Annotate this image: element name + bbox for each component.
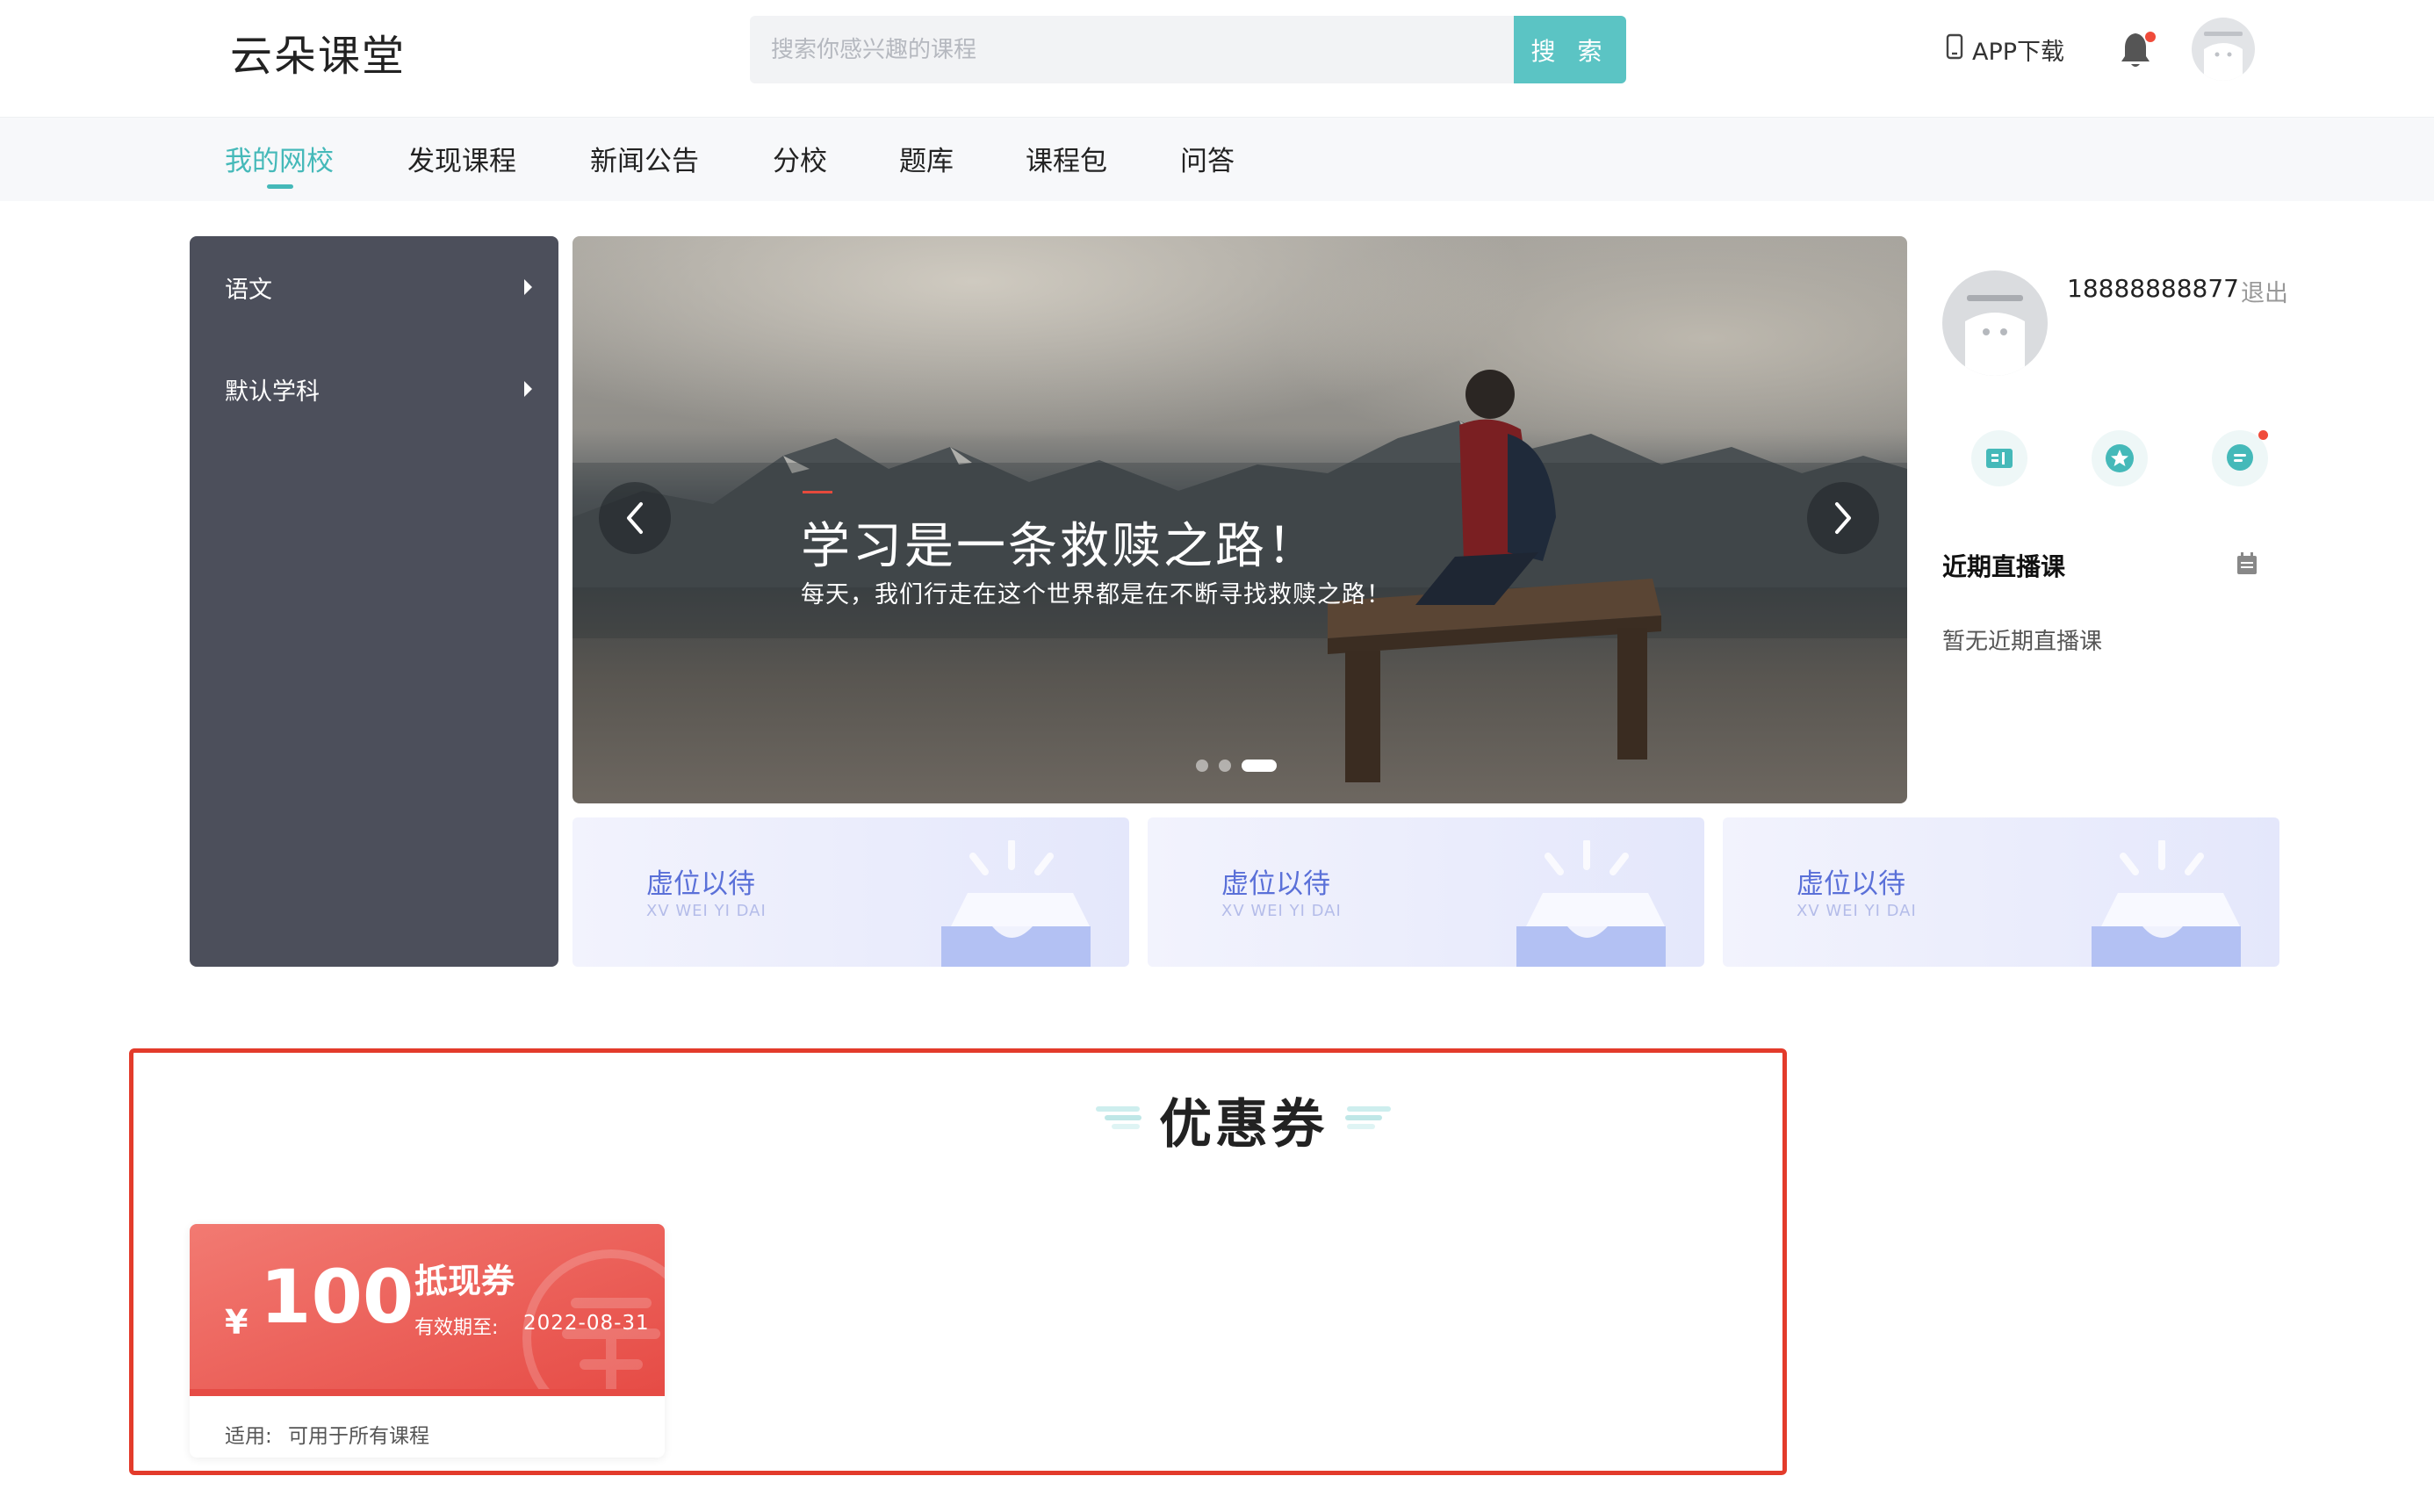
coupon-section-title: 优惠券 [1159,1094,1328,1156]
unread-badge [2258,430,2268,440]
coupon-scope: 可用于所有课程 [288,1425,429,1448]
nav-qa[interactable]: 问答 [1180,139,1235,178]
nav-discover-courses[interactable]: 发现课程 [407,139,516,178]
coupon-expiry-label: 有效期至: [414,1317,499,1339]
search-input[interactable] [750,16,1514,83]
mobile-phone-icon [1946,33,1963,66]
coupon-watermark-icon [522,1249,665,1427]
user-avatar[interactable] [2192,18,2255,81]
category-item-default[interactable]: 默认学科 [225,367,532,411]
banner-pagination [1196,760,1277,772]
banner-title: 学习是一条救赎之路！ [801,518,1319,575]
category-label: 语文 [225,276,272,304]
placeholder-title: 虚位以待 [646,868,755,900]
book-icon [1986,449,2013,468]
coupon-card[interactable]: ¥ 100 抵现券 有效期至: 2022-08-31 适用: 可用于所有课程 [190,1224,665,1458]
empty-box-icon [2092,840,2241,967]
banner-subtitle: 每天，我们行走在这个世界都是在不断寻找救赎之路！ [801,581,1391,608]
nav-branch[interactable]: 分校 [773,139,827,178]
coupon-amount: 100 [260,1254,414,1340]
chevron-left-icon [627,502,643,534]
my-courses-button[interactable] [1971,430,2027,486]
caret-right-icon [524,279,532,295]
star-icon [2106,444,2134,472]
banner-dot[interactable] [1196,760,1208,772]
empty-box-icon [1516,840,1666,967]
hero-banner[interactable]: 学习是一条救赎之路！ 每天，我们行走在这个世界都是在不断寻找救赎之路！ [572,236,1907,803]
calendar-icon[interactable] [2236,551,2258,576]
nav-question-bank[interactable]: 题库 [899,139,954,178]
app-download-label: APP下载 [1972,38,2065,66]
search-button[interactable]: 搜 索 [1514,16,1626,83]
coupon-tear-edge [190,1389,665,1403]
placeholder-card[interactable]: 虚位以待 XV WEI YI DAI [1723,817,2279,967]
placeholder-card[interactable]: 虚位以待 XV WEI YI DAI [572,817,1129,967]
site-logo[interactable]: 云朵课堂 [230,21,406,83]
placeholder-title: 虚位以待 [1221,868,1330,900]
chat-icon [2227,444,2253,471]
coupon-currency: ¥ [225,1303,248,1342]
nav-news[interactable]: 新闻公告 [590,139,699,178]
placeholder-subtitle: XV WEI YI DAI [646,902,767,920]
category-panel [190,236,558,967]
category-item-chinese[interactable]: 语文 [225,265,532,309]
logout-link[interactable]: 退出 [2241,274,2288,308]
favorites-button[interactable] [2092,430,2148,486]
title-decoration-right [1345,1106,1391,1129]
coupon-name: 抵现券 [414,1262,515,1300]
placeholder-card[interactable]: 虚位以待 XV WEI YI DAI [1148,817,1704,967]
placeholder-subtitle: XV WEI YI DAI [1221,902,1342,920]
banner-dot-active[interactable] [1242,760,1277,772]
nav-my-school[interactable]: 我的网校 [225,139,334,178]
empty-box-icon [941,840,1091,967]
placeholder-title: 虚位以待 [1797,868,1905,900]
category-label: 默认学科 [225,378,320,406]
title-accent [803,491,832,493]
chevron-right-icon [1835,502,1851,534]
nav-active-indicator [267,184,293,189]
live-courses-empty: 暂无近期直播课 [1942,629,2103,655]
coupon-expiry: 2022-08-31 [523,1312,650,1335]
title-decoration-left [1096,1106,1141,1129]
nav-course-package[interactable]: 课程包 [1026,139,1107,178]
banner-next-button[interactable] [1807,482,1879,554]
banner-prev-button[interactable] [599,482,671,554]
coupon-scope-label: 适用: [225,1425,272,1448]
banner-dot[interactable] [1219,760,1231,772]
caret-right-icon [524,381,532,397]
user-phone: 18888888877 [2067,274,2239,303]
profile-avatar[interactable] [1942,270,2048,376]
app-download-link[interactable]: APP下载 [1946,32,2064,67]
bell-icon[interactable] [2118,28,2158,72]
live-courses-title: 近期直播课 [1942,552,2066,581]
placeholder-subtitle: XV WEI YI DAI [1797,902,1917,920]
